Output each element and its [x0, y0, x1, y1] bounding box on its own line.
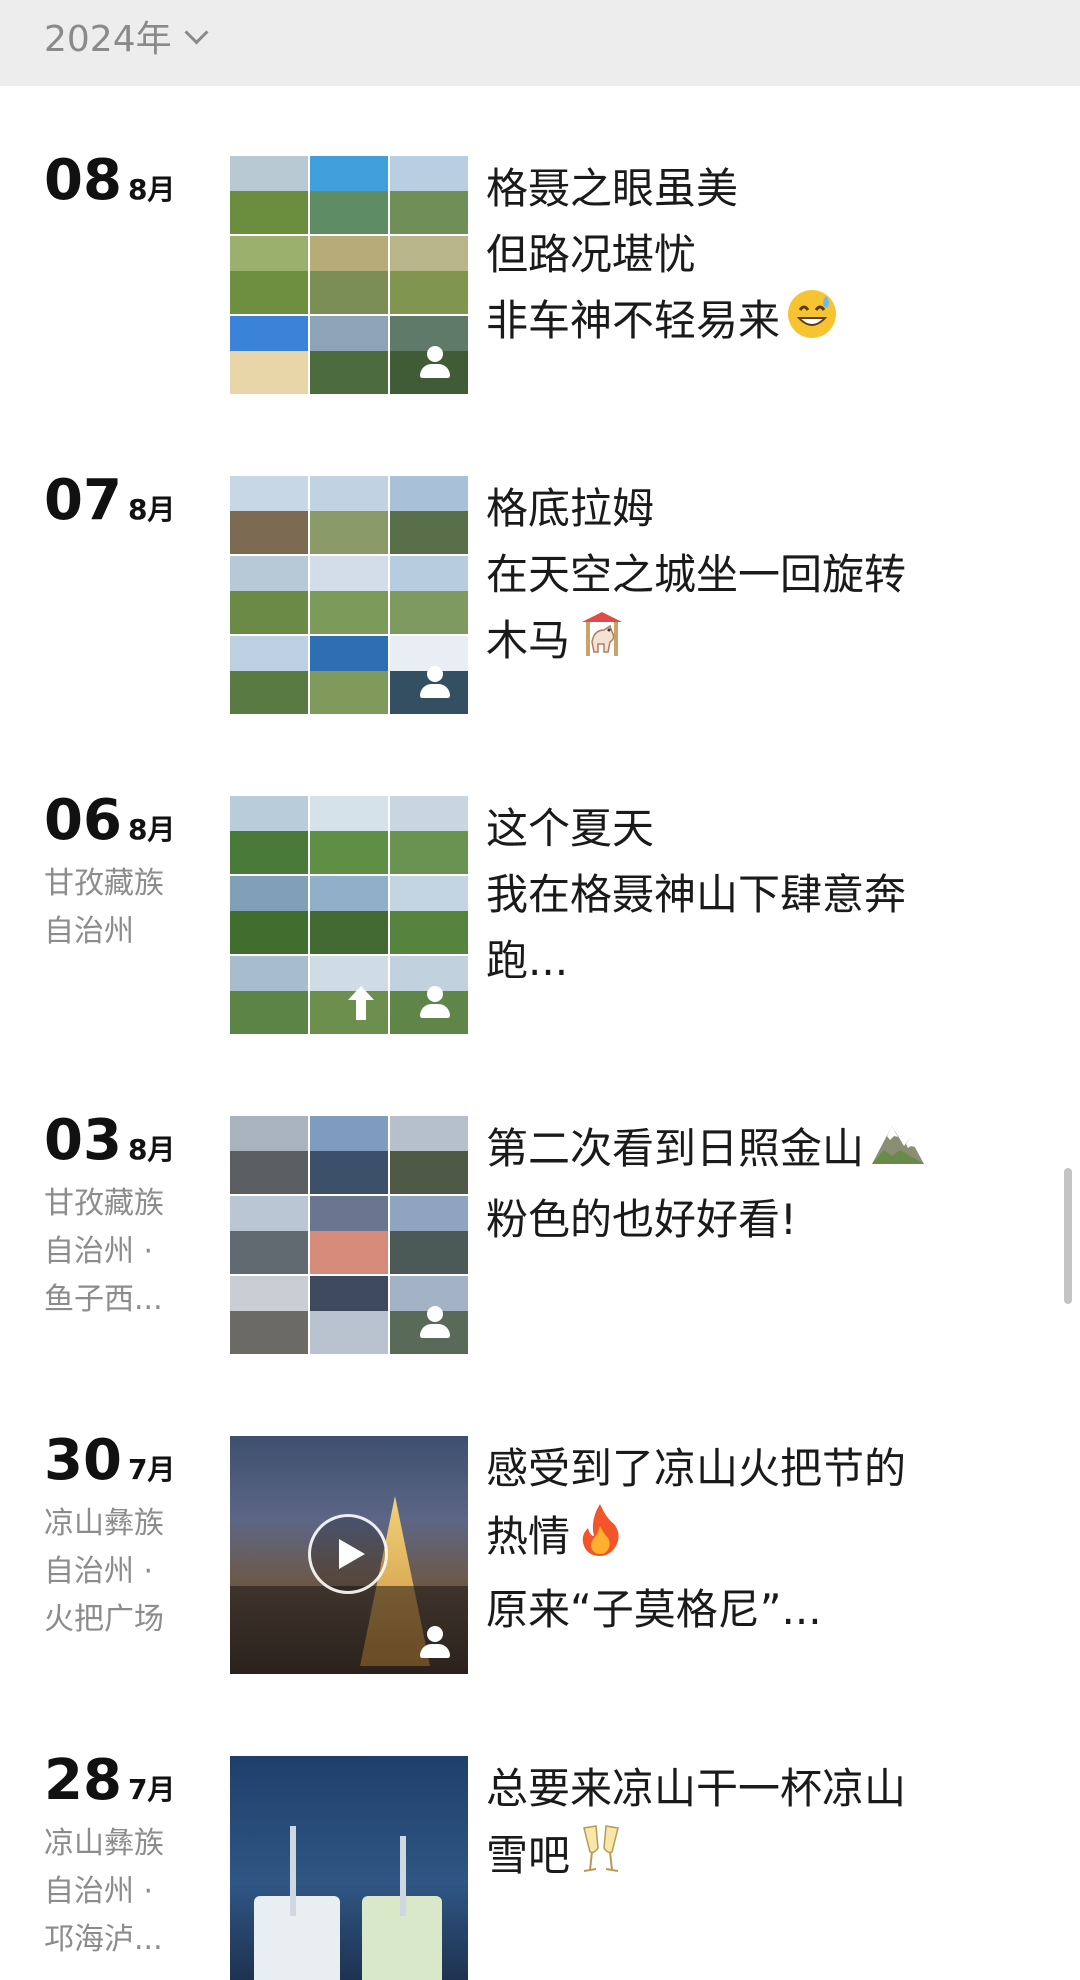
post-item[interactable]: 08 8月 格聂之眼虽美 但路况堪忧 非车神不轻易来 [0, 148, 1080, 394]
drink-bag-left [254, 1896, 340, 1980]
year-label: 2024年 [44, 19, 172, 60]
post-line: 格聂之眼虽美 [486, 164, 739, 213]
chevron-down-icon [184, 19, 209, 45]
post-line: 但路况堪忧 [486, 230, 697, 279]
year-selector[interactable]: 2024年 [44, 12, 209, 60]
photo-grid-thumbnail[interactable] [230, 1116, 468, 1354]
location-line: 凉山彝族 [44, 1826, 164, 1861]
post-line: 这个夏天 [486, 804, 655, 853]
post-location: 甘孜藏族 自治州 [44, 860, 204, 956]
post-date: 03 8月 甘孜藏族 自治州 · 鱼子西... [44, 1108, 204, 1324]
location-line: 火把广场 [44, 1602, 164, 1637]
moments-feed[interactable]: 08 8月 格聂之眼虽美 但路况堪忧 非车神不轻易来 07 8月 格底拉姆 在天… [0, 86, 1080, 1980]
post-line: 感受到了凉山火把节的 [486, 1444, 907, 1493]
fire-emoji-icon [576, 1502, 624, 1577]
post-month: 8月 [127, 813, 176, 846]
post-text: 总要来凉山干一杯凉山 雪吧 [486, 1756, 1006, 1895]
post-location: 甘孜藏族 自治州 · 鱼子西... [44, 1180, 204, 1324]
user-icon [416, 984, 454, 1022]
post-line: 格底拉姆 [486, 484, 655, 533]
post-line: 木马 [486, 616, 571, 665]
photo-thumbnail[interactable] [230, 1756, 468, 1980]
post-line: 非车神不轻易来 [486, 296, 781, 345]
post-text: 格聂之眼虽美 但路况堪忧 非车神不轻易来 [486, 156, 1006, 359]
snow-mountain-emoji-icon [870, 1116, 926, 1187]
user-icon [416, 1304, 454, 1342]
post-text: 第二次看到日照金山 粉色的也好好看! [486, 1116, 1006, 1253]
post-day: 07 [44, 468, 122, 533]
post-text: 这个夏天 我在格聂神山下肆意奔 跑... [486, 796, 1006, 994]
post-line: 第二次看到日照金山 [486, 1124, 865, 1173]
location-line: 自治州 · [44, 1874, 154, 1909]
post-line: 热情 [486, 1512, 571, 1561]
post-line: 我在格聂神山下肆意奔 [486, 870, 907, 919]
photo-grid-thumbnail[interactable] [230, 476, 468, 714]
post-location: 凉山彝族 自治州 · 火把广场 [44, 1500, 204, 1644]
user-icon [416, 1624, 454, 1662]
location-line: 甘孜藏族 [44, 1186, 164, 1221]
location-line: 凉山彝族 [44, 1506, 164, 1541]
photo-grid-thumbnail[interactable] [230, 796, 468, 1034]
post-line: 雪吧 [486, 1831, 571, 1880]
top-bar: 2024年 [0, 0, 1080, 86]
location-line: 鱼子西... [44, 1282, 163, 1317]
location-line: 自治州 · [44, 1554, 154, 1589]
location-line: 甘孜藏族 [44, 866, 164, 901]
post-line: 原来“子莫格尼”... [486, 1585, 822, 1634]
post-location: 凉山彝族 自治州 · 邛海泸... [44, 1820, 204, 1964]
post-date: 28 7月 凉山彝族 自治州 · 邛海泸... [44, 1748, 204, 1964]
post-month: 8月 [127, 1133, 176, 1166]
post-line: 总要来凉山干一杯凉山 [486, 1764, 907, 1813]
upload-arrow-icon [348, 986, 374, 1020]
post-item[interactable]: 28 7月 凉山彝族 自治州 · 邛海泸... 总要来凉山干一杯凉山 雪吧 [0, 1748, 1080, 1980]
carousel-horse-emoji-icon [576, 608, 628, 679]
post-month: 7月 [127, 1453, 176, 1486]
straw-right [400, 1836, 406, 1916]
location-line: 自治州 [44, 914, 134, 949]
post-month: 8月 [127, 493, 176, 526]
post-day: 03 [44, 1108, 122, 1173]
video-thumbnail[interactable] [230, 1436, 468, 1674]
clinking-glasses-emoji-icon [576, 1822, 626, 1895]
post-month: 8月 [127, 173, 176, 206]
post-item[interactable]: 06 8月 甘孜藏族 自治州 这个夏天 我在格聂神山下肆意奔 跑... [0, 788, 1080, 1034]
post-day: 28 [44, 1748, 122, 1813]
location-line: 邛海泸... [44, 1922, 163, 1957]
post-date: 07 8月 [44, 468, 204, 538]
play-icon[interactable] [308, 1514, 388, 1594]
post-day: 08 [44, 148, 122, 213]
photo-grid-thumbnail[interactable] [230, 156, 468, 394]
post-item[interactable]: 07 8月 格底拉姆 在天空之城坐一回旋转 木马 [0, 468, 1080, 714]
sweat-smile-emoji-icon [786, 288, 838, 359]
post-text: 格底拉姆 在天空之城坐一回旋转 木马 [486, 476, 1006, 679]
scrollbar[interactable] [1064, 1168, 1072, 1304]
post-date: 30 7月 凉山彝族 自治州 · 火把广场 [44, 1428, 204, 1644]
user-icon [416, 664, 454, 702]
post-line: 跑... [486, 936, 569, 985]
post-month: 7月 [127, 1773, 176, 1806]
location-line: 自治州 · [44, 1234, 154, 1269]
post-date: 06 8月 甘孜藏族 自治州 [44, 788, 204, 956]
post-text: 感受到了凉山火把节的 热情 原来“子莫格尼”... [486, 1436, 1006, 1643]
post-date: 08 8月 [44, 148, 204, 218]
user-icon [416, 344, 454, 382]
post-day: 30 [44, 1428, 122, 1493]
straw-left [290, 1826, 296, 1916]
post-line: 在天空之城坐一回旋转 [486, 550, 907, 599]
post-line: 粉色的也好好看! [486, 1195, 797, 1244]
post-item[interactable]: 03 8月 甘孜藏族 自治州 · 鱼子西... 第二次看到日照金山 粉色的也好好… [0, 1108, 1080, 1354]
post-item[interactable]: 30 7月 凉山彝族 自治州 · 火把广场 感受到了凉山火把节的 热情 原来“子… [0, 1428, 1080, 1674]
post-day: 06 [44, 788, 122, 853]
